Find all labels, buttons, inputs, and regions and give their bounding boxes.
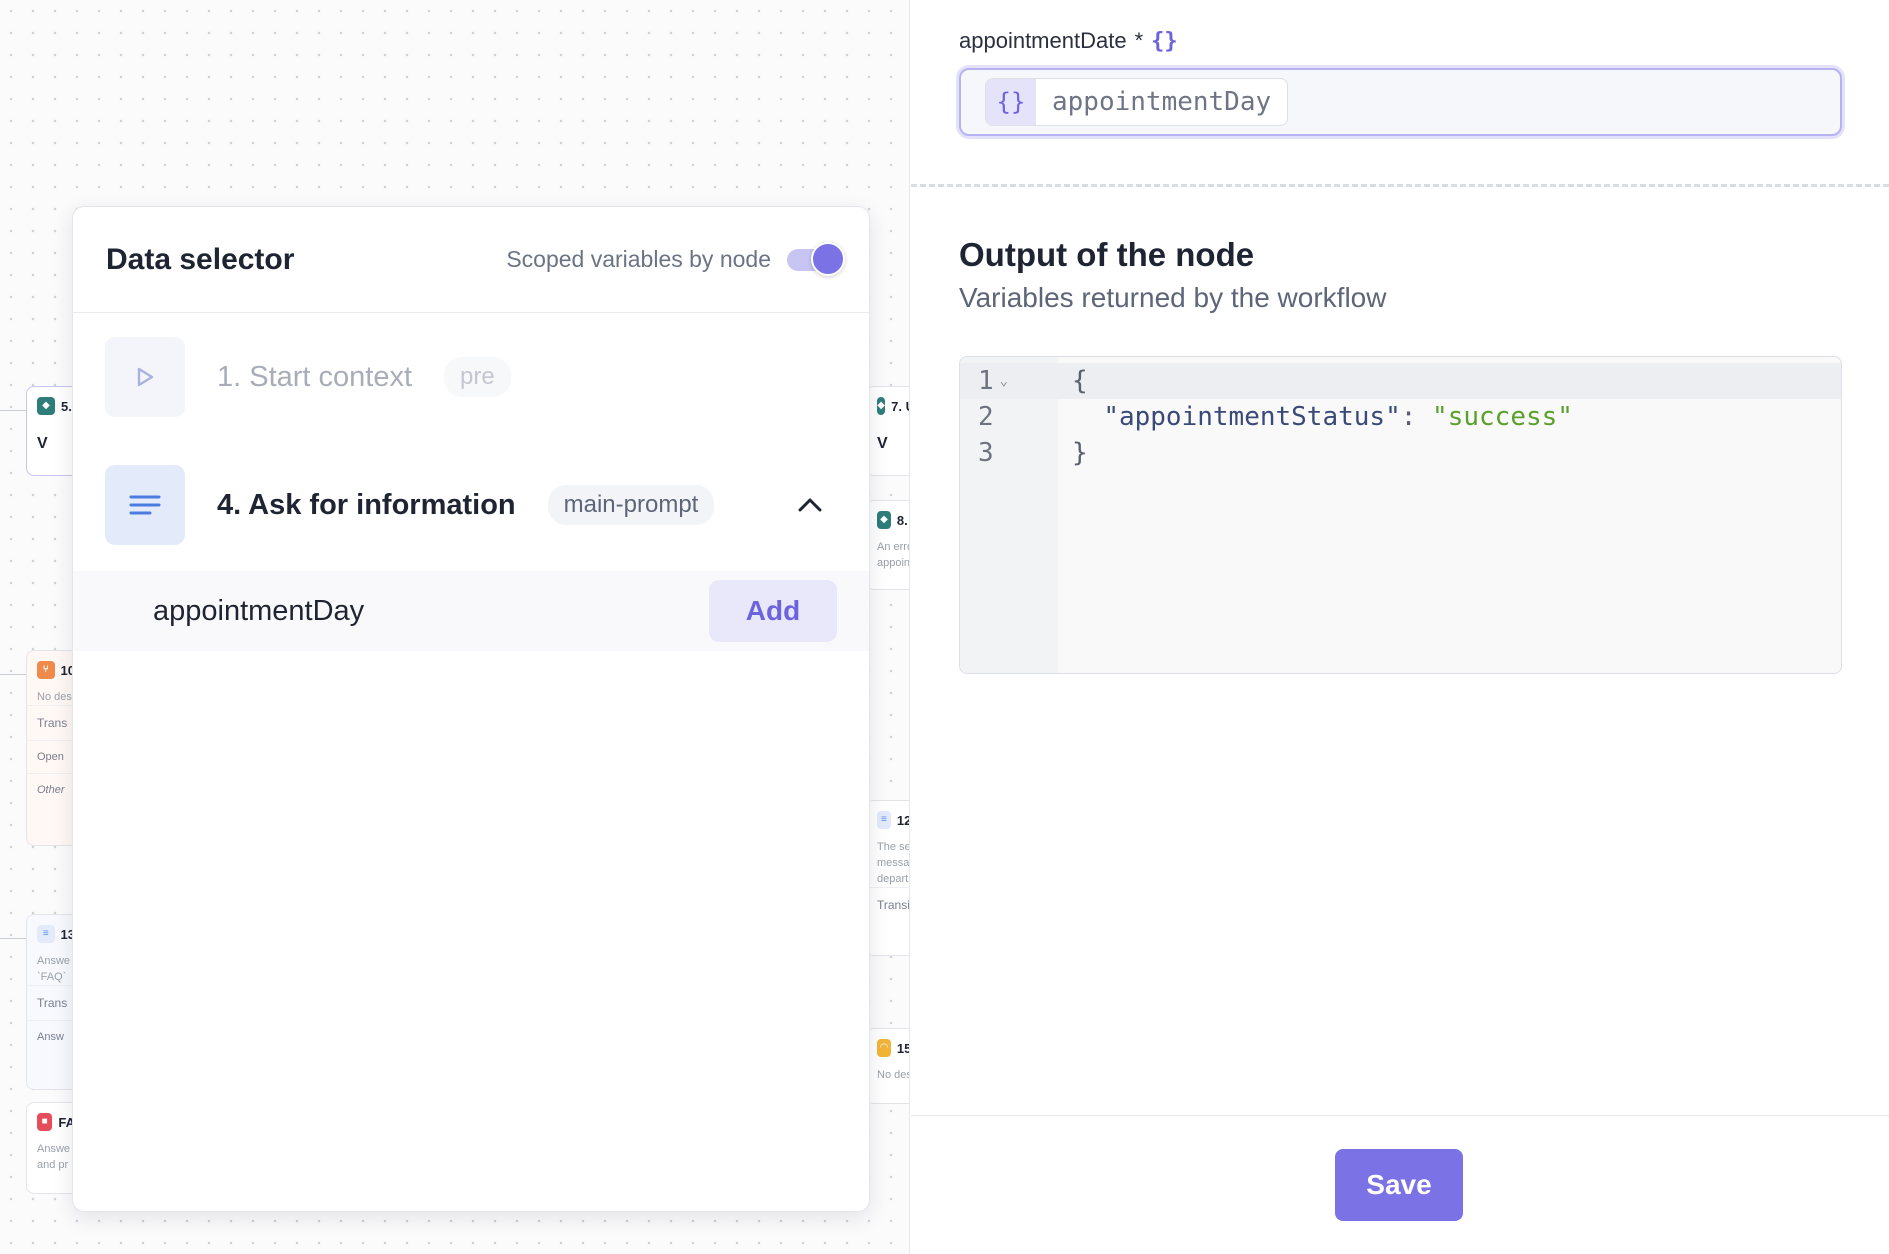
code-text: } xyxy=(1072,438,1088,468)
selector-node-tag: pre xyxy=(444,357,511,397)
node-label: 5. xyxy=(61,398,72,414)
variable-chip-text: appointmentDay xyxy=(1052,87,1272,117)
line-number-text: 1 xyxy=(978,366,994,396)
output-subtitle: Variables returned by the workflow xyxy=(959,282,1387,313)
selector-node-label: 1. Start context xyxy=(217,360,413,393)
line-number: 3 xyxy=(978,438,994,468)
data-selector-panel: Data selector Scoped variables by node 1… xyxy=(72,206,870,1212)
node-description: messag xyxy=(877,857,910,869)
fold-chevron-icon[interactable]: ⌄ xyxy=(1000,373,1008,389)
scoped-variables-toggle[interactable] xyxy=(787,241,845,276)
output-code-editor[interactable]: 1 ⌄ { 2 "appointmentStatus": "success" 3 … xyxy=(959,356,1842,674)
node-row: V xyxy=(877,435,888,452)
curly-braces-icon[interactable]: {} xyxy=(1151,29,1178,54)
selector-node-start-context[interactable]: 1. Start context pre xyxy=(105,337,837,417)
text-lines-icon: ≡ xyxy=(877,811,891,829)
scoped-variables-label: Scoped variables by node xyxy=(506,246,771,272)
chevron-up-icon[interactable] xyxy=(795,490,825,520)
selector-node-label: 4. Ask for information xyxy=(217,488,516,521)
node-type-icon: ◆ xyxy=(877,511,891,529)
line-number: 1 ⌄ xyxy=(960,366,1058,396)
appointment-date-input[interactable]: {} appointmentDay xyxy=(959,68,1842,136)
variable-chip[interactable]: {} appointmentDay xyxy=(985,78,1289,126)
json-key: "appointmentStatus" xyxy=(1103,402,1401,432)
data-selector-title: Data selector xyxy=(106,242,295,276)
appointment-date-label: appointmentDate * {} xyxy=(959,28,1178,54)
node-label: 12. xyxy=(896,812,909,828)
footer-divider xyxy=(911,1115,1889,1116)
field-label-text: appointmentDate xyxy=(959,28,1127,53)
node-settings-pane: appointmentDate * {} {} appointmentDay O… xyxy=(911,0,1889,1254)
json-string-value: "success" xyxy=(1432,402,1573,432)
node-description: No desc xyxy=(877,1069,909,1081)
node-type-icon: ◠ xyxy=(877,1039,891,1057)
data-selector-header: Data selector Scoped variables by node xyxy=(73,207,869,313)
node-type-icon: ◆ xyxy=(877,397,886,415)
output-title: Output of the node xyxy=(959,236,1255,273)
node-type-icon: ◆ xyxy=(37,397,55,415)
selector-node-ask-for-information[interactable]: 4. Ask for information main-prompt xyxy=(105,465,837,545)
canvas-node-12[interactable]: ≡ 12. The serv messag departm Transit xyxy=(866,800,910,956)
play-icon xyxy=(105,337,185,417)
edge xyxy=(0,938,26,939)
canvas-node-8[interactable]: ◆ 8. / An error appointn xyxy=(866,500,910,590)
node-label: 7. U xyxy=(891,398,909,414)
curly-braces-icon: {} xyxy=(986,79,1036,125)
required-mark: * xyxy=(1134,28,1144,53)
scoped-variables-control: Scoped variables by node xyxy=(506,241,845,276)
node-type-icon: ⑂ xyxy=(37,661,55,679)
selector-node-tag: main-prompt xyxy=(547,485,715,525)
node-description: The serv xyxy=(877,841,910,853)
text-lines-icon: ≡ xyxy=(37,925,55,943)
node-description: departm xyxy=(877,873,909,885)
node-label: 15. xyxy=(896,1040,909,1056)
edge xyxy=(0,410,26,411)
code-text: "appointmentStatus": "success" xyxy=(1058,402,1573,432)
json-colon: : xyxy=(1400,402,1433,432)
node-label: 8. / xyxy=(896,512,909,528)
canvas-node-15[interactable]: ◠ 15. No desc xyxy=(866,1028,909,1104)
code-text: { xyxy=(1072,366,1088,396)
canvas-node-7[interactable]: ◆ 7. U V xyxy=(866,386,909,476)
variable-row: appointmentDay Add xyxy=(73,571,869,651)
save-button[interactable]: Save xyxy=(1335,1149,1463,1221)
node-type-icon: ■ xyxy=(37,1113,53,1131)
text-lines-icon xyxy=(105,465,185,545)
node-description: appointn xyxy=(877,557,910,569)
variable-name: appointmentDay xyxy=(153,594,365,627)
toggle-knob xyxy=(811,241,845,276)
add-variable-button[interactable]: Add xyxy=(709,580,837,642)
line-number: 2 xyxy=(978,402,994,432)
edge xyxy=(0,674,26,675)
workflow-canvas[interactable]: ◆ 5. V ◆ 7. U V ◆ 8. / An error appointn ⑂ 1… xyxy=(0,0,910,1254)
editor-line: 1 ⌄ { xyxy=(960,363,1841,399)
editor-line: 3 } xyxy=(960,435,1841,471)
node-row: Transit xyxy=(867,887,909,922)
section-divider xyxy=(911,184,1889,187)
editor-line: 2 "appointmentStatus": "success" xyxy=(960,399,1841,435)
node-description: An error xyxy=(877,541,909,553)
